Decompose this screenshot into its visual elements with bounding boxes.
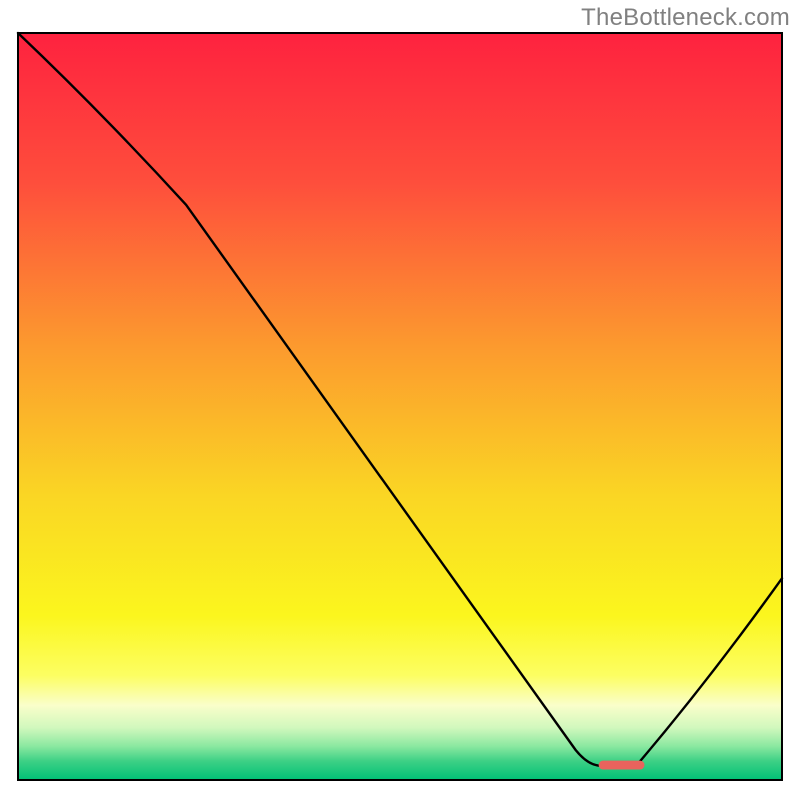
bottleneck-chart xyxy=(0,0,800,800)
plot-background xyxy=(18,33,782,780)
chart-wrapper: TheBottleneck.com xyxy=(0,0,800,800)
optimal-marker xyxy=(599,761,645,770)
